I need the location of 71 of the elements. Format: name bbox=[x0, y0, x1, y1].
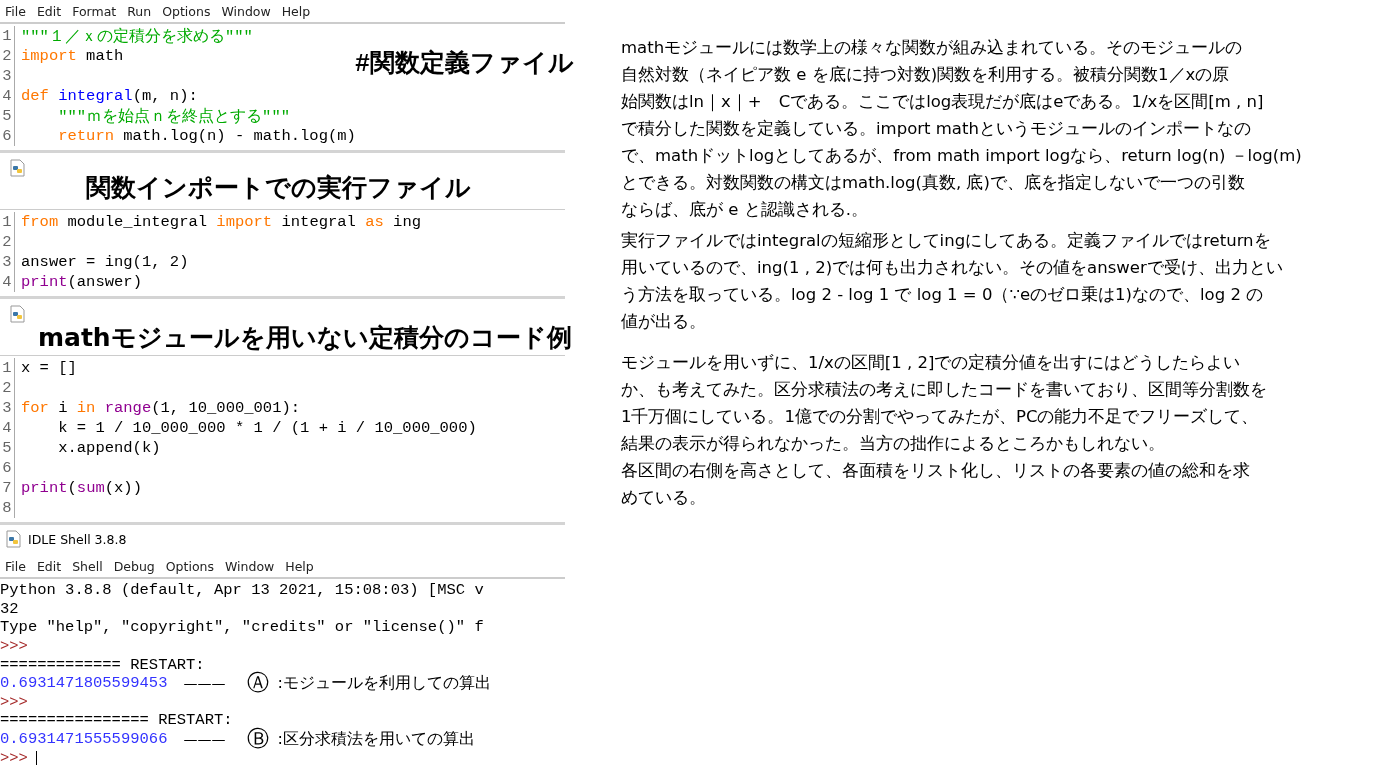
line-number: 6 bbox=[0, 126, 15, 146]
code-line: """ｍを始点ｎを終点とする""" bbox=[57, 106, 290, 127]
python-file-icon bbox=[10, 159, 26, 177]
menu-item[interactable]: Help bbox=[281, 3, 311, 19]
shell-line: 32 bbox=[0, 599, 19, 618]
section-heading: mathモジュールを用いない定積分のコード例 bbox=[38, 322, 572, 354]
shell-line: 0.6931471555599066 bbox=[0, 730, 168, 749]
paragraph: mathモジュールには数学上の様々な関数が組み込まれている。そのモジュールの 自然対数（ネイピア数 e を底に持つ対数)関数を利用する。被積分関数1／xの原 始関数はln｜x｜+ Cである。ここではlog表現だが底はeである。1/xを区間[m , n] で積分した関数を定義している。import mathというモジュールのインポートなの で、mathドットlogとしてあるが、from math import logなら、return log(n) －log(m) とできる。対数関数の構文はmath.log(真数, 底)で、底を指定しないで一つの引数 ならば、底が e と認識される.。 bbox=[621, 37, 1303, 221]
section-heading: #関数定義ファイル bbox=[355, 48, 574, 79]
code-line: k = 1 / 10_000_000 * 1 / (1 + i / 10_000_000) bbox=[57, 419, 477, 437]
menu-item[interactable]: Options bbox=[162, 3, 211, 19]
menu-item[interactable]: Window bbox=[221, 3, 271, 19]
python-file-icon bbox=[10, 305, 26, 323]
line-number: 2 bbox=[0, 232, 15, 252]
line-number: 4 bbox=[0, 418, 15, 438]
code-line: print(answer) bbox=[21, 273, 142, 291]
line-number: 2 bbox=[0, 46, 15, 66]
code-line: print(sum(x)) bbox=[21, 479, 142, 497]
line-number: 1 bbox=[0, 26, 15, 46]
shell-line: >>> bbox=[0, 637, 28, 656]
line-number: 5 bbox=[0, 106, 15, 126]
menu-item[interactable]: Debug bbox=[113, 558, 155, 574]
menu-item[interactable]: File bbox=[5, 3, 26, 19]
shell-line: >>> bbox=[0, 692, 28, 711]
shell-line: Type "help", "copyright", "credits" or "license()" f bbox=[0, 618, 484, 637]
section-heading: 関数インポートでの実行ファイル bbox=[86, 172, 471, 204]
dash-line: ——— bbox=[183, 731, 226, 748]
line-number: 2 bbox=[0, 378, 15, 398]
code-line: return math.log(n) - math.log(m) bbox=[57, 127, 356, 145]
circled-letter: Ⓐ bbox=[247, 669, 270, 698]
shell-line: ================ RESTART: bbox=[0, 711, 233, 730]
code-line: x = [] bbox=[21, 359, 77, 377]
line-number: 7 bbox=[0, 478, 15, 498]
menu-item[interactable]: File bbox=[5, 558, 26, 574]
line-number: 3 bbox=[0, 398, 15, 418]
window-title: IDLE Shell 3.8.8 bbox=[28, 531, 127, 547]
line-number: 3 bbox=[0, 66, 15, 86]
annotation: :区分求積法を用いての算出 bbox=[277, 728, 475, 750]
menu-item[interactable]: Options bbox=[165, 558, 214, 574]
shell-line: Python 3.8.8 (default, Apr 13 2021, 15:08:03) [MSC v bbox=[0, 581, 484, 600]
paragraph: モジュールを用いずに、1/xの区間[1 , 2]での定積分値を出すにはどうしたらよい か、も考えてみた。区分求積法の考えに即したコードを書いており、区間等分割数を 1千万個にしている。1億での分割でやってみたが、PCの能力不足でフリーズして、 結果の表示が得られなかった。当方の拙作によるところかもしれない。 各区間の右側を高さとして、各面積をリスト化し、リストの各要素の値の総和を求 めている。 bbox=[621, 352, 1268, 509]
line-number: 6 bbox=[0, 458, 15, 478]
shell-line: 0.6931471805599453 bbox=[0, 674, 168, 693]
line-number: 4 bbox=[0, 272, 15, 292]
code-line: for i in range(1, 10_000_001): bbox=[21, 399, 301, 417]
menu-item[interactable]: Edit bbox=[36, 3, 62, 19]
shell-line: ============= RESTART: bbox=[0, 655, 205, 674]
circled-letter: Ⓑ bbox=[247, 725, 270, 754]
line-number: 5 bbox=[0, 438, 15, 458]
code-line: def integral(m, n): bbox=[21, 87, 198, 105]
code-line: from module_integral import integral as ing bbox=[21, 213, 421, 231]
menu-item[interactable]: Run bbox=[127, 3, 152, 19]
line-number: 8 bbox=[0, 498, 15, 518]
code-line: x.append(k) bbox=[57, 439, 161, 457]
paragraph: 実行ファイルではintegralの短縮形としてingにしてある。定義ファイルではreturnを 用いているので、ing(1 , 2)では何も出力されない。その値をanswerで受け、出力とい う方法を取っている。log 2 - log 1 で log 1 = 0（∵eのゼロ乗は1)なので、log 2 の 値が出る。 bbox=[621, 230, 1284, 333]
menu-item[interactable]: Help bbox=[285, 558, 314, 574]
menu-item[interactable]: Format bbox=[72, 3, 117, 19]
code-line: import math bbox=[21, 47, 124, 65]
menu-item[interactable]: Shell bbox=[72, 558, 103, 574]
code-line: answer = ing(1, 2) bbox=[21, 253, 189, 271]
code-line: """１／ｘの定積分を求める""" bbox=[21, 26, 253, 47]
line-number: 1 bbox=[0, 212, 15, 232]
dash-line: ——— bbox=[183, 675, 226, 692]
line-number: 4 bbox=[0, 86, 15, 106]
menu-item[interactable]: Edit bbox=[36, 558, 62, 574]
menu-item[interactable]: Window bbox=[225, 558, 275, 574]
line-number: 1 bbox=[0, 358, 15, 378]
annotation: :モジュールを利用しての算出 bbox=[277, 672, 491, 694]
python-file-icon bbox=[6, 530, 22, 548]
line-number: 3 bbox=[0, 252, 15, 272]
shell-line: >>> bbox=[0, 748, 28, 767]
